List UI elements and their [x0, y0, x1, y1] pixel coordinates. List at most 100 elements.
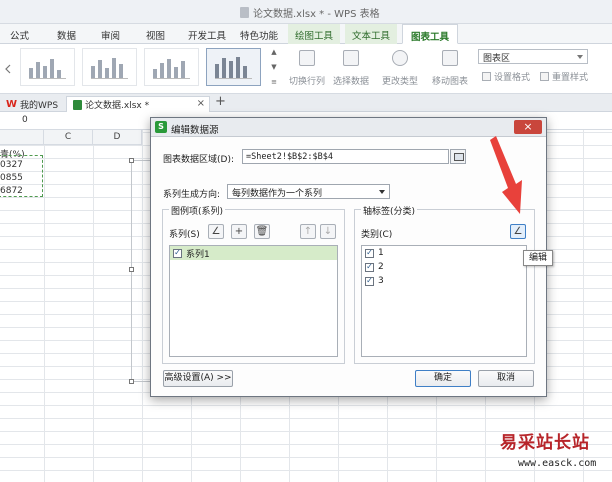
category-item-label: 1 — [378, 248, 384, 258]
range-picker-icon[interactable] — [450, 149, 466, 164]
format-settings-label: 设置格式 — [494, 73, 531, 83]
series-direction-dropdown[interactable]: 每列数据作为一个系列 — [227, 184, 390, 199]
chart-style-thumbnail-selected[interactable] — [206, 48, 261, 86]
select-data-button[interactable]: 选择数据 — [326, 46, 376, 92]
tab-view[interactable]: 视图 — [146, 28, 165, 42]
tab-formulas[interactable]: 公式 — [10, 28, 29, 42]
thumbnail-bars — [153, 57, 190, 79]
dialog-title: 编辑数据源 — [171, 125, 219, 136]
gallery-scroll[interactable]: ▲ ▼ ≡ — [270, 48, 278, 86]
new-tab-button[interactable]: + — [215, 94, 226, 109]
ribbon-tabs: 公式 数据 审阅 视图 开发工具 特色功能 绘图工具 文本工具 图表工具 — [0, 24, 612, 44]
watermark-text: 易采站长站 — [500, 433, 590, 453]
ribbon-panel: ▲ ▼ ≡ 切换行列 选择数据 更改类型 移动图表 图表区 设置格式 重置样式 — [0, 44, 612, 94]
change-type-button[interactable]: 更改类型 — [375, 46, 425, 92]
move-up-icon[interactable]: ↑ — [300, 224, 316, 239]
scroll-up-icon[interactable]: ▲ — [271, 48, 276, 56]
category-list[interactable]: ✓ 1 ✓ 2 ✓ 3 — [361, 245, 527, 357]
watermark-url: www.easck.com — [518, 458, 597, 469]
chevron-left-icon[interactable] — [4, 64, 12, 74]
checkbox[interactable]: ✓ — [365, 248, 374, 258]
edit-tooltip: 编辑 — [523, 250, 553, 266]
move-down-icon[interactable]: ↓ — [320, 224, 336, 239]
edit-series-icon[interactable]: ∠ — [208, 224, 224, 239]
dialog-title-bar[interactable]: S 编辑数据源 × — [151, 118, 546, 137]
chart-style-thumbnail[interactable] — [20, 48, 75, 86]
select-data-icon — [343, 50, 359, 66]
document-tab-bar: W 我的WPS 论文数据.xlsx * × + — [0, 94, 612, 112]
series-list[interactable]: ✓ 系列1 — [169, 245, 338, 357]
format-settings-button[interactable]: 设置格式 — [482, 70, 530, 83]
axis-group-title: 轴标签(分类) — [361, 204, 418, 217]
watermark: 易采站长站 www.easck.com — [488, 424, 612, 482]
legend-entries-group: 图例项(系列) 系列(S) ∠ + 🗑 ↑ ↓ ✓ 系列1 — [162, 204, 345, 364]
axis-labels-group: 轴标签(分类) 类别(C) ∠ ✓ 1 ✓ 2 ✓ 3 — [354, 204, 535, 364]
list-item[interactable]: ✓ 系列1 — [170, 246, 337, 260]
tab-developer[interactable]: 开发工具 — [188, 28, 226, 42]
select-data-label: 选择数据 — [332, 77, 369, 87]
resize-handle[interactable] — [129, 379, 134, 384]
delete-series-icon[interactable]: 🗑 — [254, 224, 270, 239]
advanced-settings-button[interactable]: 高级设置(A) >> — [163, 370, 233, 387]
category-item-label: 3 — [378, 276, 384, 286]
tab-review[interactable]: 审阅 — [101, 28, 120, 42]
chart-style-thumbnail[interactable] — [144, 48, 199, 86]
chart-style-thumbnail[interactable] — [82, 48, 137, 86]
scroll-down-icon[interactable]: ▼ — [271, 63, 276, 71]
add-series-icon[interactable]: + — [231, 224, 247, 239]
list-item[interactable]: ✓ 1 — [362, 246, 526, 260]
resize-handle[interactable] — [129, 267, 134, 272]
tab-chart-tools[interactable]: 图表工具 — [402, 24, 459, 44]
column-header-d[interactable]: D — [93, 130, 142, 145]
tab-my-wps-label: 我的WPS — [20, 100, 59, 111]
series-direction-label: 系列生成方向: — [163, 190, 221, 200]
pie-chart-icon — [392, 50, 408, 66]
thumbnail-bars — [29, 57, 66, 79]
cancel-button[interactable]: 取消 — [478, 370, 534, 387]
spreadsheet-icon — [73, 99, 82, 110]
copy-selection-marquee — [0, 155, 43, 197]
tab-features[interactable]: 特色功能 — [240, 28, 278, 42]
move-chart-label: 移动图表 — [431, 77, 468, 87]
tab-drawing-tools[interactable]: 绘图工具 — [288, 24, 341, 44]
tab-data[interactable]: 数据 — [57, 28, 76, 42]
data-range-input[interactable]: =Sheet2!$B$2:$B$4 — [242, 149, 449, 164]
change-type-label: 更改类型 — [381, 77, 418, 87]
legend-group-title: 图例项(系列) — [169, 204, 226, 217]
window-title-text: 论文数据.xlsx * - WPS 表格 — [253, 9, 380, 20]
data-range-label: 图表数据区域(D): — [163, 155, 234, 165]
series-list-label: 系列(S) — [169, 230, 200, 240]
column-header-b[interactable] — [0, 130, 44, 145]
series-item-label: 系列1 — [186, 249, 210, 260]
category-item-label: 2 — [378, 262, 384, 272]
column-header-c[interactable]: C — [44, 130, 93, 145]
tab-workbook[interactable]: 论文数据.xlsx * × — [66, 96, 210, 112]
list-item[interactable]: ✓ 3 — [362, 274, 526, 288]
close-icon[interactable]: × — [197, 98, 205, 109]
chart-element-dropdown[interactable]: 图表区 — [478, 49, 588, 64]
resize-handle[interactable] — [129, 158, 134, 163]
tab-my-wps[interactable]: W 我的WPS — [0, 96, 64, 112]
reset-style-button[interactable]: 重置样式 — [540, 70, 588, 83]
checkbox[interactable]: ✓ — [365, 262, 374, 272]
tab-text-tools[interactable]: 文本工具 — [345, 24, 398, 44]
expand-icon[interactable]: ≡ — [271, 78, 277, 86]
wps-app-icon: S — [155, 121, 167, 133]
document-icon — [240, 7, 249, 18]
thumbnail-bars — [91, 57, 128, 79]
wps-logo-icon: W — [6, 98, 18, 110]
switch-row-column-label: 切换行列 — [288, 77, 325, 87]
checkbox[interactable]: ✓ — [365, 276, 374, 286]
tab-workbook-label: 论文数据.xlsx * — [85, 101, 150, 111]
close-button[interactable]: × — [514, 120, 542, 134]
switch-row-column-button[interactable]: 切换行列 — [282, 46, 332, 92]
reset-style-label: 重置样式 — [552, 73, 589, 83]
red-arrow-annotation — [490, 136, 522, 214]
ok-button[interactable]: 确定 — [415, 370, 471, 387]
window-title: 论文数据.xlsx * - WPS 表格 — [240, 5, 380, 20]
checkbox[interactable]: ✓ — [173, 248, 182, 258]
move-chart-button[interactable]: 移动图表 — [425, 46, 475, 92]
edit-category-icon[interactable]: ∠ — [510, 224, 526, 239]
formula-input[interactable]: 0 — [22, 115, 28, 125]
list-item[interactable]: ✓ 2 — [362, 260, 526, 274]
